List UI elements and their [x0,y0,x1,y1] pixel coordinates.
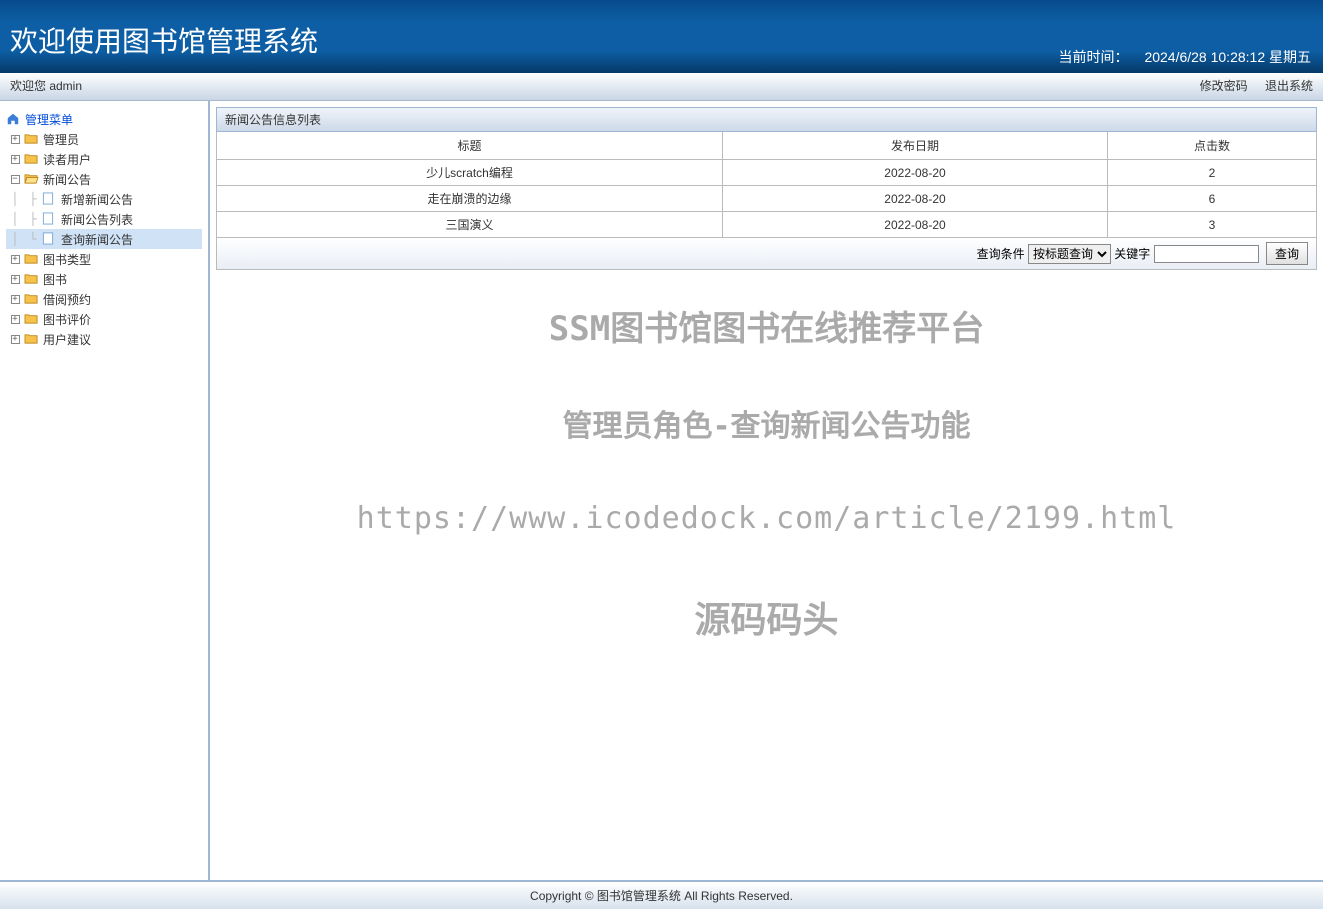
sidebar-item-label: 管理员 [43,131,79,148]
sidebar-item-label: 新闻公告 [43,171,91,188]
watermark-line1: SSM图书馆图书在线推荐平台 [210,301,1323,350]
folder-open-icon [24,172,40,186]
expand-icon[interactable]: + [6,275,24,284]
header: 欢迎使用图书馆管理系统 当前时间： 2024/6/28 10:28:12 星期五 [0,0,1323,73]
sidebar-item-booktype[interactable]: + 图书类型 [6,249,202,269]
sidebar-item-label: 读者用户 [43,151,91,168]
sidebar-item-label: 借阅预约 [43,291,91,308]
sidebar: 管理菜单 + 管理员 + 读者用户 − 新闻公告 │ ├ 新增新闻公告 │ ├ [0,101,210,880]
time-label: 当前时间： [1059,49,1129,65]
table-row[interactable]: 走在崩溃的边缘 2022-08-20 6 [217,186,1317,212]
sidebar-item-book[interactable]: + 图书 [6,269,202,289]
search-keyword-label: 关键字 [1114,247,1150,261]
sidebar-item-admin[interactable]: + 管理员 [6,129,202,149]
folder-icon [24,132,40,146]
page-icon [42,232,58,246]
search-keyword-input[interactable] [1154,245,1259,263]
sidebar-subitem-news-add[interactable]: │ ├ 新增新闻公告 [6,189,202,209]
folder-icon [24,152,40,166]
cell-date: 2022-08-20 [723,212,1108,238]
cell-clicks: 6 [1108,186,1317,212]
cell-date: 2022-08-20 [723,186,1108,212]
cell-title: 少儿scratch编程 [217,160,723,186]
search-cond-label: 查询条件 [977,247,1025,261]
footer: Copyright © 图书馆管理系统 All Rights Reserved. [0,880,1323,909]
cell-date: 2022-08-20 [723,160,1108,186]
folder-icon [24,272,40,286]
sidebar-item-label: 图书 [43,271,67,288]
expand-icon[interactable]: + [6,255,24,264]
collapse-icon[interactable]: − [6,175,24,184]
sidebar-item-review[interactable]: + 图书评价 [6,309,202,329]
expand-icon[interactable]: + [6,135,24,144]
sidebar-subitem-news-query[interactable]: │ └ 查询新闻公告 [6,229,202,249]
expand-icon[interactable]: + [6,295,24,304]
folder-icon [24,332,40,346]
sidebar-item-label: 图书类型 [43,251,91,268]
cell-clicks: 2 [1108,160,1317,186]
sidebar-item-label: 用户建议 [43,331,91,348]
time-value: 2024/6/28 10:28:12 星期五 [1144,49,1311,65]
folder-icon [24,312,40,326]
logout-link[interactable]: 退出系统 [1265,79,1313,93]
news-table: 标题 发布日期 点击数 少儿scratch编程 2022-08-20 2 走在崩… [216,132,1317,238]
tree-root[interactable]: 管理菜单 [6,109,202,129]
sidebar-item-reader[interactable]: + 读者用户 [6,149,202,169]
change-password-link[interactable]: 修改密码 [1200,79,1248,93]
sidebar-item-label: 图书评价 [43,311,91,328]
sidebar-item-suggestion[interactable]: + 用户建议 [6,329,202,349]
table-row[interactable]: 三国演义 2022-08-20 3 [217,212,1317,238]
table-row[interactable]: 少儿scratch编程 2022-08-20 2 [217,160,1317,186]
col-title: 标题 [217,132,723,160]
content-area: 新闻公告信息列表 标题 发布日期 点击数 少儿scratch编程 2022-08… [210,101,1323,880]
sidebar-subitem-label: 新闻公告列表 [61,211,133,228]
cell-clicks: 3 [1108,212,1317,238]
welcome-text: 欢迎您 admin [10,73,82,100]
search-cond-select[interactable]: 按标题查询 [1028,244,1111,264]
cell-title: 走在崩溃的边缘 [217,186,723,212]
expand-icon[interactable]: + [6,335,24,344]
expand-icon[interactable]: + [6,315,24,324]
topbar: 欢迎您 admin 修改密码 退出系统 [0,73,1323,101]
col-clicks: 点击数 [1108,132,1317,160]
search-button[interactable]: 查询 [1266,242,1308,265]
sidebar-subitem-label: 查询新闻公告 [61,231,133,248]
page-icon [42,192,58,206]
cell-title: 三国演义 [217,212,723,238]
header-time: 当前时间： 2024/6/28 10:28:12 星期五 [1059,47,1311,67]
expand-icon[interactable]: + [6,155,24,164]
folder-icon [24,292,40,306]
sidebar-item-news[interactable]: − 新闻公告 [6,169,202,189]
sidebar-subitem-news-list[interactable]: │ ├ 新闻公告列表 [6,209,202,229]
watermark-line4: 源码码头 [210,591,1323,643]
home-icon [6,112,22,126]
search-bar: 查询条件 按标题查询 关键字 查询 [216,238,1317,270]
watermark-line3: https://www.icodedock.com/article/2199.h… [210,501,1323,536]
col-date: 发布日期 [723,132,1108,160]
topbar-actions: 修改密码 退出系统 [1186,73,1313,100]
folder-icon [24,252,40,266]
panel-title: 新闻公告信息列表 [216,107,1317,132]
watermark-line2: 管理员角色-查询新闻公告功能 [210,401,1323,445]
tree-root-label: 管理菜单 [25,111,73,128]
page-icon [42,212,58,226]
sidebar-subitem-label: 新增新闻公告 [61,191,133,208]
sidebar-item-borrow[interactable]: + 借阅预约 [6,289,202,309]
